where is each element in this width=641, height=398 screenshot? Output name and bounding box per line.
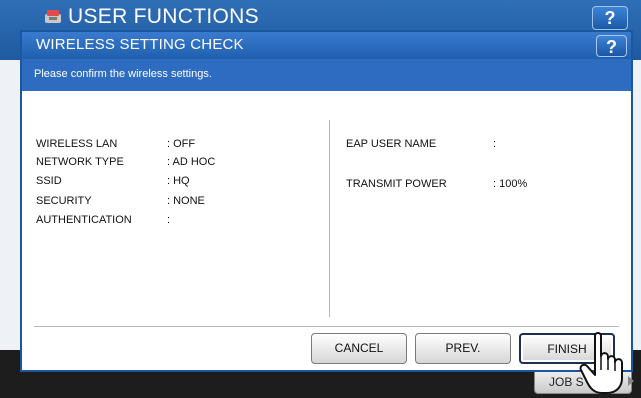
- setting-label: SSID: [36, 175, 62, 187]
- setting-label: TRANSMIT POWER: [346, 178, 447, 190]
- dialog-title: WIRELESS SETTING CHECK: [36, 36, 244, 53]
- background-title: USER FUNCTIONS: [68, 5, 259, 28]
- dialog-message-bar: Please confirm the wireless settings.: [22, 59, 631, 91]
- setting-label: SECURITY: [36, 195, 92, 207]
- pointing-hand-icon: [579, 332, 623, 394]
- setting-label: WIRELESS LAN: [36, 138, 118, 150]
- setting-label: EAP USER NAME: [346, 138, 437, 150]
- dialog-message: Please confirm the wireless settings.: [34, 68, 212, 80]
- setting-value: :: [167, 214, 171, 226]
- setting-value: : 100%: [493, 178, 528, 190]
- setting-label: NETWORK TYPE: [36, 156, 124, 168]
- dialog-help-button[interactable]: ?: [596, 35, 627, 57]
- setting-value: :: [493, 138, 497, 150]
- user-functions-icon: [45, 10, 61, 23]
- button-area-divider: [34, 326, 619, 327]
- dialog-title-bar: WIRELESS SETTING CHECK ?: [22, 32, 631, 59]
- setting-value: : HQ: [167, 175, 190, 187]
- column-divider: [329, 120, 330, 317]
- setting-value: : NONE: [167, 195, 205, 207]
- setting-label: AUTHENTICATION: [36, 214, 132, 226]
- setting-value: : AD HOC: [167, 156, 216, 168]
- prev-button[interactable]: PREV.: [415, 333, 511, 364]
- background-help-button[interactable]: ?: [592, 6, 628, 30]
- wireless-setting-check-dialog: WIRELESS SETTING CHECK ? Please confirm …: [20, 30, 633, 372]
- setting-value: : OFF: [167, 138, 196, 150]
- cancel-button[interactable]: CANCEL: [311, 333, 407, 364]
